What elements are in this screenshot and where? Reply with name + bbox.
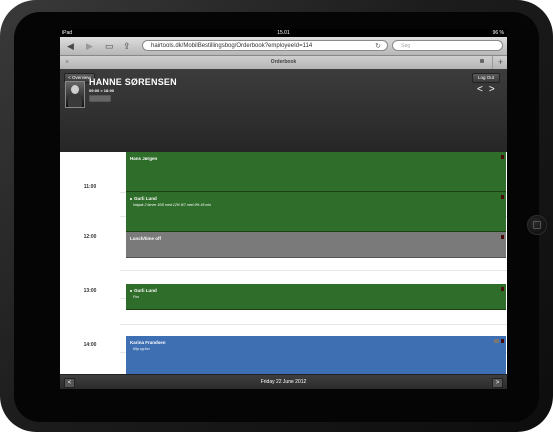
appointment-block[interactable]: Lunch/time off [126, 232, 506, 258]
appointment-note: Fon [133, 295, 140, 299]
appointment-block[interactable]: Gurli Lund Fon [126, 284, 506, 310]
home-button[interactable] [527, 215, 547, 235]
status-dot-icon [130, 289, 132, 292]
appointment-marker [501, 339, 504, 343]
browser-toolbar: ◀ ▶ ▭ ⇪ hairtools.dk/MobilBestillingsbog… [60, 37, 507, 56]
appointment-marker [501, 195, 504, 199]
tab-bar: × Orderbook + [60, 56, 507, 70]
note-icon [494, 339, 499, 343]
appointment-marker [501, 235, 504, 239]
slot-line [120, 324, 507, 325]
status-bar: iPad 15.01 96 % [60, 29, 507, 37]
ipad-device: iPad 15.01 96 % ◀ ▶ ▭ ⇪ hairtools.dk/Mob… [0, 0, 553, 432]
employee-name: HANNE SØRENSEN [89, 77, 177, 87]
appointment-title: Gurli Lund [134, 288, 157, 293]
appointment-block[interactable]: Hans Jørgen [126, 152, 506, 192]
appointment-title: Karina Frandsen [130, 340, 166, 345]
appointment-title: Gurli Lund [134, 196, 157, 201]
employee-hours: 09:00 > 18:00 [89, 88, 115, 93]
back-icon[interactable]: ◀ [67, 39, 74, 53]
time-label: 12:00 [83, 234, 97, 240]
appointment-note: Indpak 2 farver 10/0 med 12% 8/7 med 9% … [133, 203, 212, 207]
next-date-button[interactable]: > [492, 378, 503, 388]
avatar-body [68, 95, 82, 107]
appointment-title-line: Gurli Lund [130, 196, 157, 201]
time-label: 14:00 [83, 342, 97, 348]
appointment-note: Klip og fon [133, 347, 150, 351]
time-label: 13:00 [83, 288, 97, 294]
appointment-block[interactable]: Karina Frandsen Klip og fon [126, 336, 506, 374]
employee-avatar [65, 81, 85, 108]
appointment-marker [501, 287, 504, 291]
time-label: 11:00 [83, 184, 97, 190]
status-dot-icon [130, 197, 132, 200]
appointment-marker [501, 155, 504, 159]
tab-title[interactable]: Orderbook [60, 56, 507, 69]
screen: iPad 15.01 96 % ◀ ▶ ▭ ⇪ hairtools.dk/Mob… [60, 29, 507, 389]
day-nav: <> [477, 84, 501, 95]
forward-icon[interactable]: ▶ [86, 39, 93, 53]
appointment-title-line: Gurli Lund [130, 288, 157, 293]
lock-icon [480, 59, 484, 63]
appointment-title: Lunch/time off [130, 236, 161, 241]
slot-line [120, 270, 507, 271]
timeline: 11:00 12:00 13:00 14:00 Hans Jørgen Gurl… [60, 152, 507, 374]
appointment-block[interactable]: Gurli Lund Indpak 2 farver 10/0 med 12% … [126, 192, 506, 232]
avatar-head [71, 85, 79, 94]
employee-chip[interactable] [89, 95, 111, 102]
clock: 15.01 [277, 30, 290, 36]
url-field[interactable]: hairtools.dk/MobilBestillingsbog/Orderbo… [142, 40, 388, 51]
date-footer: < Friday 22 June 2012 > [60, 374, 507, 389]
current-date: Friday 22 June 2012 [260, 379, 307, 385]
bookmarks-icon[interactable]: ▭ [105, 39, 114, 53]
reload-icon[interactable]: ↻ [375, 41, 381, 52]
url-text: hairtools.dk/MobilBestillingsbog/Orderbo… [151, 43, 313, 49]
search-field[interactable]: Søg [392, 40, 503, 51]
next-day-arrow[interactable]: > [489, 84, 501, 95]
prev-day-arrow[interactable]: < [477, 84, 489, 95]
new-tab-button[interactable]: + [492, 56, 507, 69]
logout-button[interactable]: Log Out [472, 73, 500, 83]
share-icon[interactable]: ⇪ [123, 39, 131, 53]
home-square-icon [533, 221, 541, 229]
battery-indicator: 96 % [492, 30, 504, 36]
search-placeholder: Søg [401, 43, 411, 49]
appointment-title: Hans Jørgen [130, 156, 158, 161]
